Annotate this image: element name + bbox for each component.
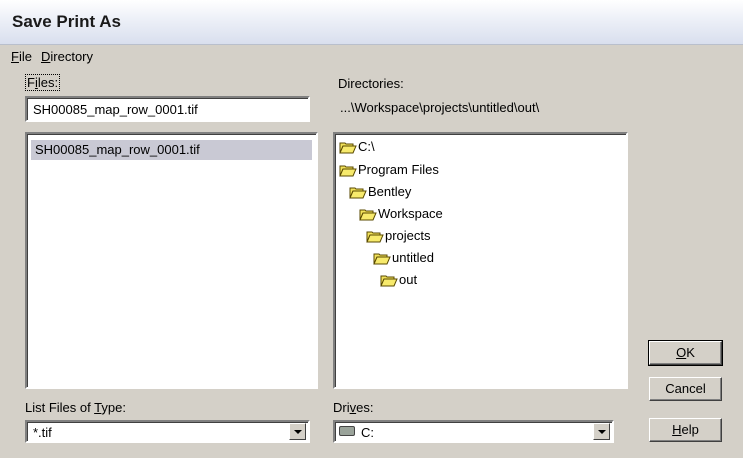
file-type-label-pre: List Files of: [25, 400, 95, 415]
menu-file[interactable]: File: [11, 49, 32, 64]
ok-button-accel: O: [676, 345, 687, 360]
chevron-down-icon[interactable]: [593, 423, 610, 440]
directory-item-label: Program Files: [358, 162, 439, 177]
directory-tree[interactable]: C:\ Program Files Bentley Workspace proj…: [333, 132, 628, 389]
open-folder-icon: [339, 141, 357, 154]
files-label: Files:: [25, 74, 61, 91]
directory-item-label: projects: [385, 228, 431, 243]
chevron-down-icon[interactable]: [289, 423, 306, 440]
directory-item-label: Workspace: [378, 206, 443, 221]
title-bar[interactable]: Save Print As: [0, 0, 743, 45]
menu-directory-accel: D: [41, 49, 51, 64]
directory-item-label: C:\: [358, 139, 375, 154]
menu-directory-label: irectory: [50, 49, 94, 64]
current-directory-path: ...\Workspace\projects\untitled\out\: [340, 100, 540, 115]
help-button[interactable]: Help: [649, 418, 722, 442]
open-folder-icon: [339, 164, 357, 177]
ok-button-label: K: [686, 345, 695, 360]
file-type-select[interactable]: *.tif: [25, 420, 310, 443]
menu-directory[interactable]: Directory: [41, 49, 93, 64]
drives-label-pre: Dri: [333, 400, 350, 415]
directories-label: Directories:: [338, 76, 404, 91]
drives-select[interactable]: C:: [333, 420, 614, 443]
cancel-button[interactable]: Cancel: [649, 377, 722, 401]
open-folder-icon: [380, 274, 398, 287]
drives-label-post: es:: [356, 400, 374, 415]
open-folder-icon: [349, 186, 367, 199]
menu-file-accel: F: [11, 49, 19, 64]
drives-value: C:: [361, 425, 374, 440]
directory-item-label: out: [399, 272, 418, 287]
open-folder-icon: [359, 208, 377, 221]
file-type-value: *.tif: [33, 425, 52, 440]
files-label-post: les:: [37, 75, 59, 90]
filename-field[interactable]: SH00085_map_row_0001.tif: [25, 96, 310, 122]
help-button-label: elp: [681, 422, 699, 437]
open-folder-icon: [366, 230, 384, 243]
file-type-label: List Files of Type:: [25, 400, 126, 415]
directory-item-label: Bentley: [368, 184, 412, 199]
dialog-title: Save Print As: [12, 12, 121, 31]
files-label-pre: F: [27, 75, 35, 90]
menu-file-label: ile: [18, 49, 32, 64]
drives-label: Drives:: [333, 400, 373, 415]
file-list[interactable]: SH00085_map_row_0001.tif: [25, 132, 318, 389]
filename-value: SH00085_map_row_0001.tif: [33, 102, 198, 117]
help-button-accel: H: [672, 422, 682, 437]
menu-bar: File Directory: [0, 45, 743, 67]
drive-icon: [339, 426, 355, 436]
directory-item-label: untitled: [392, 250, 434, 265]
open-folder-icon: [373, 252, 391, 265]
file-list-item-label: SH00085_map_row_0001.tif: [35, 142, 200, 157]
save-print-as-dialog: Save Print As File Directory Files: SH00…: [0, 0, 743, 458]
file-list-item[interactable]: SH00085_map_row_0001.tif: [31, 140, 312, 160]
ok-button[interactable]: OK: [648, 340, 723, 366]
file-type-label-post: ype:: [101, 400, 126, 415]
